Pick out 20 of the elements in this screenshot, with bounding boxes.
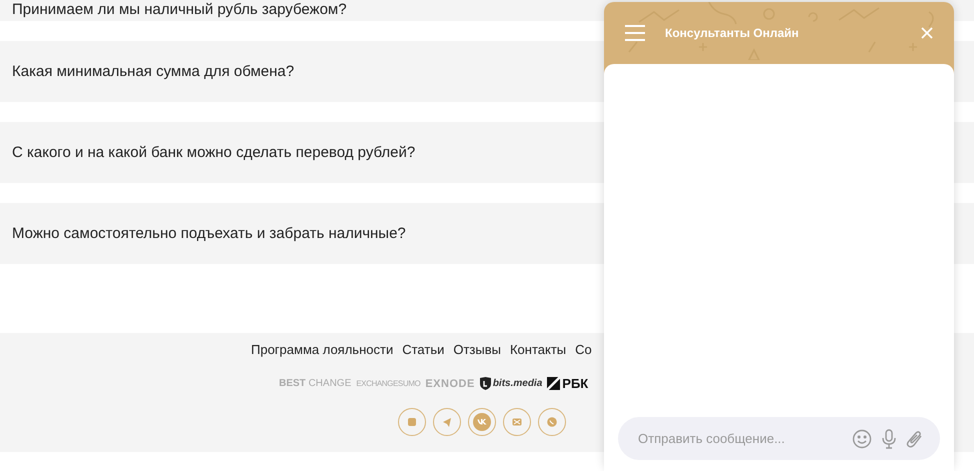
footer-link[interactable]: Контакты bbox=[510, 342, 566, 357]
paperclip-icon[interactable] bbox=[906, 428, 924, 448]
message-input[interactable]: Отправить сообщение... bbox=[638, 431, 842, 446]
vk-icon bbox=[473, 413, 491, 431]
microphone-icon[interactable] bbox=[882, 428, 896, 448]
social-button[interactable] bbox=[398, 408, 426, 436]
partner-logo[interactable]: РБК bbox=[547, 376, 588, 391]
social-button[interactable] bbox=[538, 408, 566, 436]
footer-link[interactable]: Статьи bbox=[402, 342, 444, 357]
social-button[interactable] bbox=[503, 408, 531, 436]
footer-link[interactable]: Со bbox=[575, 342, 592, 357]
footer-link[interactable]: Отзывы bbox=[453, 342, 501, 357]
social-button[interactable] bbox=[468, 408, 496, 436]
social-button[interactable] bbox=[433, 408, 461, 436]
chat-title: Консультанты Онлайн bbox=[665, 26, 799, 40]
footer-link[interactable]: Программа лояльности bbox=[251, 342, 394, 357]
close-icon[interactable] bbox=[921, 27, 933, 39]
smiley-icon[interactable] bbox=[852, 428, 872, 448]
partner-logo[interactable]: bits.media bbox=[480, 377, 542, 390]
menu-icon[interactable] bbox=[625, 25, 645, 41]
